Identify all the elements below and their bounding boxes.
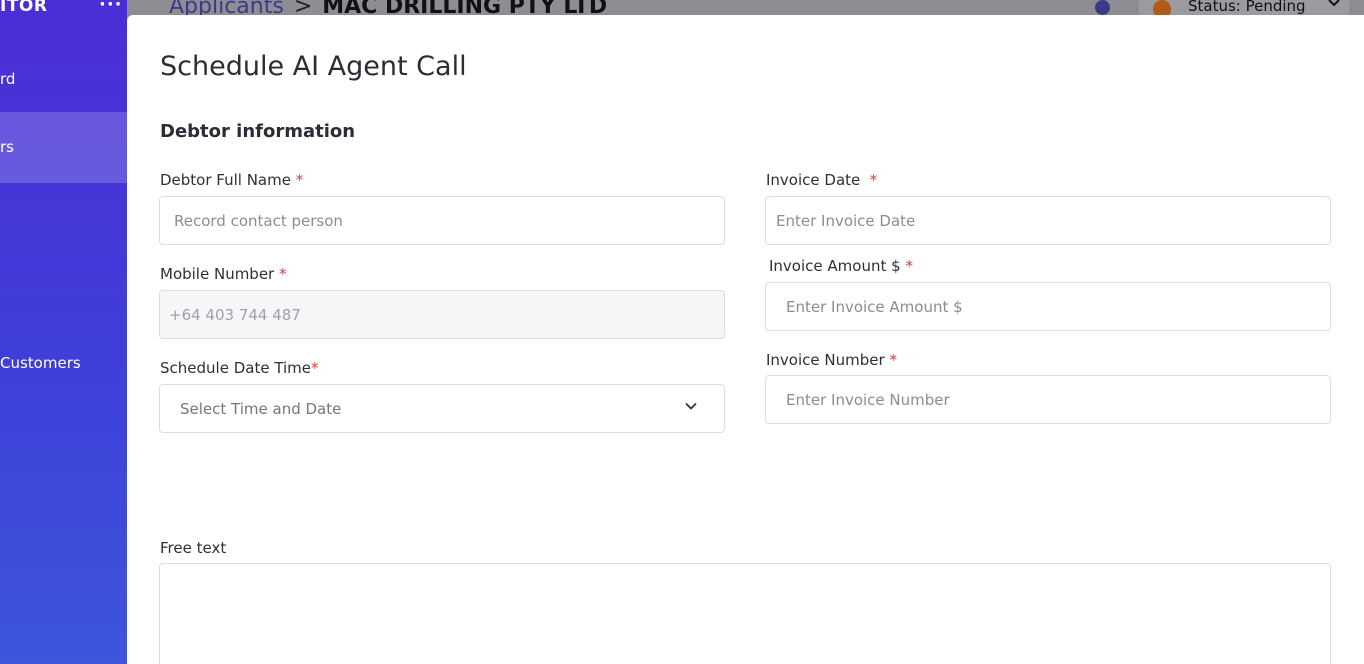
required-marker: * [311, 359, 319, 377]
invoice-date-label: Invoice Date * [766, 171, 877, 189]
sidebar-item-customers[interactable]: Customers [0, 344, 127, 382]
free-text-label: Free text [160, 539, 227, 557]
status-label: Status: Pending [1188, 0, 1306, 15]
section-title: Debtor information [160, 121, 356, 142]
sidebar-item-label: rd [0, 70, 16, 88]
breadcrumb-parent-link[interactable]: Applicants [169, 0, 284, 15]
invoice-amount-label: Invoice Amount $ * [769, 257, 913, 275]
label-text: Invoice Amount $ [769, 257, 901, 275]
sidebar-item[interactable] [0, 200, 127, 238]
select-placeholder: Select Time and Date [180, 400, 342, 418]
sidebar-menu-dots-icon[interactable]: ··· [99, 0, 123, 15]
required-marker: * [279, 265, 287, 283]
info-icon[interactable] [1095, 0, 1110, 15]
sidebar-item[interactable] [0, 270, 127, 308]
breadcrumb: Applicants > MAC DRILLING PTY LTD [169, 0, 607, 15]
breadcrumb-separator: > [293, 0, 313, 15]
sidebar-item-label: rs [0, 138, 14, 156]
invoice-amount-input[interactable] [765, 282, 1331, 331]
debtor-name-input[interactable] [159, 196, 725, 245]
label-text: Invoice Date [766, 171, 861, 189]
free-text-textarea[interactable] [159, 563, 1331, 664]
modal-title: Schedule AI Agent Call [160, 51, 467, 82]
chevron-down-icon [685, 402, 697, 410]
invoice-number-label: Invoice Number * [766, 351, 897, 369]
sidebar-item-dashboard[interactable]: rd [0, 60, 127, 98]
label-text: Invoice Number [766, 351, 885, 369]
sidebar-item-label: Customers [0, 354, 81, 372]
breadcrumb-current: MAC DRILLING PTY LTD [322, 0, 608, 15]
debtor-name-label: Debtor Full Name * [160, 171, 303, 189]
mobile-number-label: Mobile Number * [160, 265, 287, 283]
mobile-number-input[interactable] [159, 290, 725, 339]
invoice-date-input[interactable] [765, 196, 1331, 245]
required-marker: * [905, 257, 913, 275]
invoice-number-input[interactable] [765, 375, 1331, 424]
schedule-datetime-select[interactable]: Select Time and Date [159, 384, 725, 433]
label-text: Mobile Number [160, 265, 275, 283]
schedule-datetime-label: Schedule Date Time* [160, 359, 319, 377]
chevron-down-icon[interactable] [1327, 0, 1341, 10]
status-indicator-icon [1153, 0, 1171, 15]
required-marker: * [295, 171, 304, 189]
required-marker: * [889, 351, 897, 369]
sidebar: ITOR ··· rd rs Customers [0, 0, 127, 664]
label-text: Debtor Full Name [160, 171, 291, 189]
schedule-call-modal: Schedule AI Agent Call Debtor informatio… [127, 15, 1364, 664]
sidebar-item-active[interactable]: rs [0, 112, 127, 183]
required-marker: * [869, 171, 878, 189]
label-text: Schedule Date Time [160, 359, 312, 377]
top-header: Applicants > MAC DRILLING PTY LTD Status: … [127, 0, 1364, 15]
brand-logo-text: ITOR [0, 0, 48, 16]
